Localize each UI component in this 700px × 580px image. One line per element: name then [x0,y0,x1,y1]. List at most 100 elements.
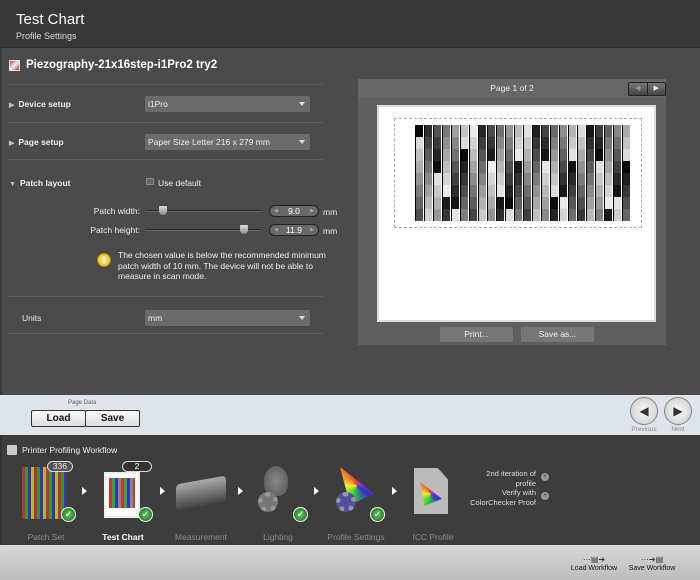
patch [551,149,558,161]
patch-column [514,125,522,221]
add-icon[interactable]: + [541,473,549,481]
patch [533,173,540,185]
check-icon: ✓ [61,507,76,522]
patch [605,137,612,149]
patch [596,161,603,173]
patch [497,137,504,149]
patch-height-stepper[interactable]: ◀ 11.9 ▶ [269,224,319,236]
collapse-triangle-icon: ▼ [9,181,16,188]
arrow-right-icon [160,487,165,495]
print-button[interactable]: Print... [440,327,513,342]
device-setup-toggle[interactable]: ▶ Device setup [9,99,71,109]
patch [524,137,531,149]
patch [425,185,432,197]
patch-column [604,125,612,221]
patch [569,137,576,149]
patch [425,137,432,149]
step-label-patch-set[interactable]: Patch Set [6,532,86,542]
patch [443,185,450,197]
add-icon[interactable]: + [541,492,549,500]
save-as-button[interactable]: Save as... [521,327,594,342]
patch [569,173,576,185]
second-iteration-link[interactable]: 2nd iteration of profile [470,469,536,488]
page-setup-toggle[interactable]: ▶ Page setup [9,137,64,147]
patch [623,161,630,173]
page-pager[interactable]: ◀ ▶ [628,82,666,96]
patch-width-stepper[interactable]: ◀ 9.0 ▶ [269,205,319,217]
save-workflow-button[interactable]: ⋯➔▤ Save Workflow [622,555,682,572]
patch [497,149,504,161]
patch [569,185,576,197]
patch [497,125,504,137]
device-select[interactable]: i1Pro [145,96,310,112]
next-button[interactable]: ▶ [664,397,692,425]
test-chart-step[interactable] [104,472,140,518]
units-select[interactable]: mm [145,310,310,326]
patch [506,197,513,209]
save-workflow-icon: ⋯➔▤ [640,555,664,564]
previous-page-icon[interactable]: ◀ [629,83,647,95]
patch [515,149,522,161]
step-label-test-chart[interactable]: Test Chart [83,532,163,542]
patch [542,197,549,209]
next-label: Next [671,426,685,433]
printer-icon [7,445,17,455]
load-button[interactable]: Load [31,410,86,427]
patch [416,149,423,161]
patch [623,125,630,137]
use-default-checkbox[interactable] [146,178,154,185]
patch-width-slider-thumb[interactable] [158,206,167,215]
step-label-lighting[interactable]: Lighting [238,532,318,542]
icc-profile-step[interactable] [414,468,448,514]
patch [461,209,468,221]
patch [614,197,621,209]
patch [533,161,540,173]
patch [569,197,576,209]
patch-layout-toggle[interactable]: ▼ Patch layout [9,178,70,188]
patch-width-value: 9.0 [288,206,300,216]
step-label-profile-settings[interactable]: Profile Settings [316,532,396,542]
patch [515,125,522,137]
patch [416,197,423,209]
save-button[interactable]: Save [85,410,140,427]
page-size-select[interactable]: Paper Size Letter 216 x 279 mm [145,134,310,150]
patch-width-label: Patch width: [93,206,140,216]
patch [488,161,495,173]
load-workflow-button[interactable]: ⋯▤➔ Load Workflow [564,555,624,572]
patch [452,173,459,185]
patch [551,125,558,137]
patch [596,125,603,137]
patch [524,209,531,221]
patch [443,125,450,137]
patch [614,149,621,161]
patch [614,161,621,173]
next-page-icon[interactable]: ▶ [646,83,666,95]
patch [596,173,603,185]
patch [614,209,621,221]
patch [605,161,612,173]
step-label-icc-profile[interactable]: ICC Profile [393,532,473,542]
patch [560,209,567,221]
patch-column [433,125,441,221]
patch [524,185,531,197]
patch [605,149,612,161]
step-label-measurement[interactable]: Measurement [161,532,241,542]
patch [578,137,585,149]
patch-column [460,125,468,221]
patch [506,209,513,221]
patch [452,185,459,197]
divider [8,159,323,160]
iteration-badge: 2 [122,461,152,472]
patch [551,161,558,173]
previous-button[interactable]: ◀ [630,397,658,425]
chart-preview-page [377,105,656,322]
patch-set-step[interactable] [22,467,66,519]
patch [596,209,603,221]
verify-colorchecker-link[interactable]: Verify with ColorChecker Proof [470,488,536,507]
arrow-right-icon [82,487,87,495]
expand-triangle-icon: ▶ [9,140,15,147]
patch [461,173,468,185]
patch [560,149,567,161]
patch-height-slider-thumb[interactable] [240,225,249,234]
patch [497,173,504,185]
